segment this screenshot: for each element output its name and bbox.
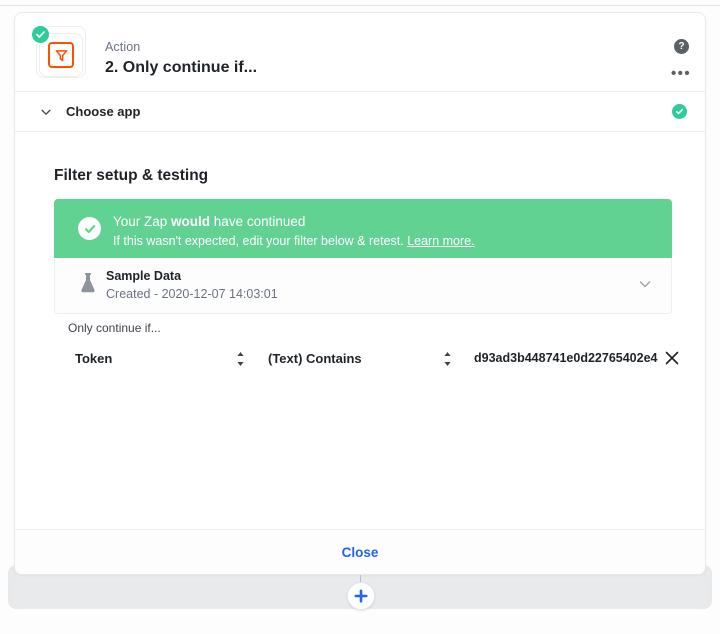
step-kicker: Action [105, 40, 141, 54]
card-footer: Close [15, 529, 705, 574]
chevron-down-icon[interactable] [637, 276, 653, 292]
banner-title-suffix: have continued [210, 214, 306, 229]
flask-icon [79, 272, 97, 294]
filter-label: Only continue if... [68, 321, 161, 335]
success-banner: Your Zap would have continued If this wa… [54, 199, 672, 258]
filter-condition-select[interactable]: (Text) Contains [268, 351, 362, 366]
close-x-icon[interactable] [662, 348, 682, 368]
chevron-down-icon [39, 105, 53, 119]
check-circle-icon [78, 217, 101, 240]
app-icon-stack [30, 23, 86, 79]
banner-subtitle: If this wasn't expected, edit your filte… [113, 232, 475, 250]
section-title: Filter setup & testing [54, 167, 209, 184]
funnel-glyph-box [48, 42, 74, 68]
page-title: 2. Only continue if... [105, 59, 258, 76]
add-step-button[interactable] [347, 582, 375, 610]
check-circle-icon [30, 24, 51, 45]
banner-title-strong: would [171, 214, 211, 229]
learn-more-link[interactable]: Learn more. [407, 234, 474, 248]
sample-data-panel[interactable]: Sample Data Created - 2020-12-07 14:03:0… [54, 258, 672, 314]
banner-subtitle-text: If this wasn't expected, edit your filte… [113, 234, 404, 248]
banner-title-prefix: Your Zap [113, 214, 172, 229]
help-icon[interactable]: ? [674, 39, 689, 54]
banner-title: Your Zap would have continued [113, 212, 305, 231]
action-step-card: Action 2. Only continue if... ? ••• Choo… [14, 12, 706, 575]
filter-value-input[interactable]: d93ad3b448741e0d22765402e4 [474, 351, 657, 365]
sort-updown-icon[interactable] [442, 350, 453, 368]
connector-line [0, 5, 720, 6]
sample-data-title: Sample Data [106, 269, 182, 283]
section-choose-app[interactable]: Choose app [15, 92, 705, 132]
step-header[interactable]: Action 2. Only continue if... ? ••• [15, 13, 705, 92]
close-button[interactable]: Close [342, 545, 379, 560]
filter-field-select[interactable]: Token [75, 351, 112, 366]
sample-data-subtitle: Created - 2020-12-07 14:03:01 [106, 287, 278, 301]
check-circle-icon [672, 104, 687, 119]
choose-app-label: Choose app [66, 104, 141, 119]
top-connector [0, 0, 720, 12]
step-header-text: Action 2. Only continue if... [105, 39, 257, 79]
sort-updown-icon[interactable] [235, 350, 246, 368]
filter-rule-row: Token (Text) Contains d93ad3b448741e0d22… [54, 340, 684, 378]
more-options-icon[interactable]: ••• [671, 66, 691, 81]
